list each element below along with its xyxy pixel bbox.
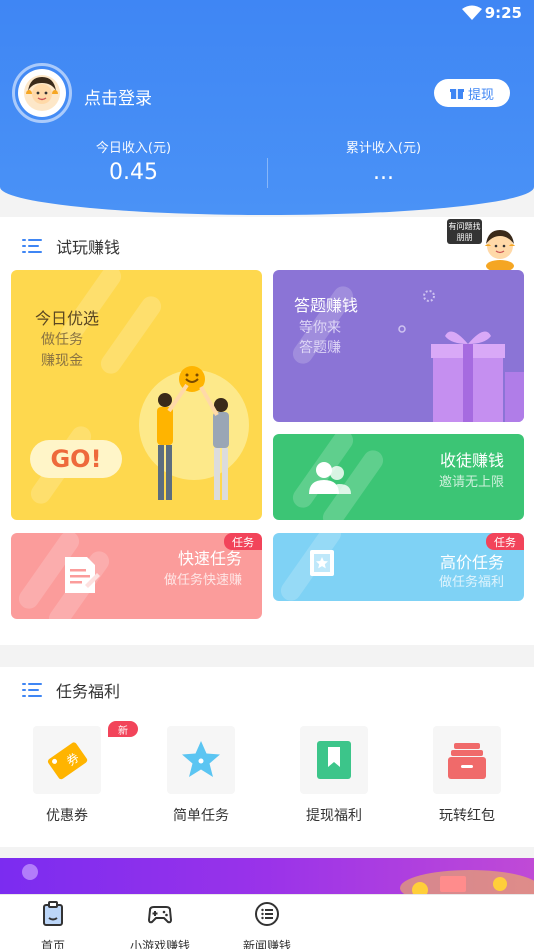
gift-box-illustration bbox=[431, 331, 524, 422]
coupon-icon: 券 bbox=[47, 742, 88, 780]
total-income-value: ... bbox=[373, 160, 394, 185]
welfare-label: 玩转红包 bbox=[439, 808, 495, 824]
home-icon bbox=[43, 901, 63, 926]
withdraw-label: 提现 bbox=[467, 87, 494, 103]
quick-task-card[interactable]: 快速任务 做任务快速赚 任务 bbox=[11, 533, 262, 619]
welfare-title-text: 任务福利 bbox=[56, 682, 121, 701]
welfare-label: 简单任务 bbox=[173, 808, 229, 824]
featured-line2: 赚现金 bbox=[41, 353, 83, 369]
welfare-item-coupon[interactable]: 券 优惠券 bbox=[32, 726, 102, 825]
today-income-label: 今日收入(元) bbox=[95, 141, 172, 156]
premium-task-subtitle: 做任务福利 bbox=[438, 575, 504, 590]
news-icon bbox=[255, 902, 279, 926]
quiz-line1: 等你来 bbox=[299, 320, 341, 336]
nav-label: 首页 bbox=[40, 939, 65, 949]
avatar[interactable] bbox=[12, 63, 72, 123]
status-time: 9:25 bbox=[484, 4, 522, 22]
nav-label: 小游戏赚钱 bbox=[129, 939, 190, 949]
go-button[interactable]: GO! bbox=[30, 440, 122, 478]
welfare-item-red-packet[interactable]: 玩转红包 bbox=[432, 726, 502, 825]
today-income-value: 0.45 bbox=[109, 160, 158, 185]
new-badge: 新 bbox=[108, 721, 138, 737]
help-bubble[interactable]: 有问题找朋朋 bbox=[447, 219, 482, 244]
welfare-label: 提现福利 bbox=[306, 808, 362, 824]
task-badge: 任务 bbox=[224, 533, 262, 550]
featured-title: 今日优选 bbox=[35, 309, 100, 328]
gift-icon bbox=[449, 89, 464, 99]
featured-card[interactable]: 今日优选 做任务 赚现金 GO! bbox=[11, 270, 262, 520]
book-icon bbox=[310, 550, 334, 576]
task-badge: 任务 bbox=[486, 533, 524, 550]
bottom-nav: 首页 小游戏赚钱 新闻赚钱 bbox=[0, 894, 534, 949]
welfare-section-title: 任务福利 bbox=[22, 678, 120, 702]
document-icon bbox=[65, 557, 100, 593]
bookmark-icon bbox=[317, 741, 351, 779]
sparkle-icon bbox=[423, 290, 435, 302]
people-illustration bbox=[139, 366, 249, 500]
nav-item-news[interactable]: 新闻赚钱 bbox=[222, 901, 312, 949]
users-icon bbox=[309, 462, 351, 494]
header: 9:25 点击登录 提现 今日收入(元) 0.45 累计收入(元) ... bbox=[0, 0, 534, 215]
wifi-icon bbox=[462, 5, 482, 20]
premium-task-card[interactable]: 高价任务 做任务福利 任务 bbox=[273, 533, 524, 601]
list-icon bbox=[22, 238, 42, 254]
list-icon bbox=[22, 682, 42, 698]
trial-title-text: 试玩赚钱 bbox=[56, 238, 121, 257]
trial-section-title: 试玩赚钱 bbox=[22, 234, 120, 258]
total-income: 累计收入(元) ... bbox=[250, 137, 517, 185]
welfare-item-simple-task[interactable]: 简单任务 bbox=[166, 726, 236, 825]
dot-icon bbox=[398, 325, 406, 333]
invite-title: 收徒赚钱 bbox=[439, 451, 504, 470]
customer-service-icon[interactable] bbox=[478, 220, 522, 272]
welfare-item-withdraw-benefit[interactable]: 提现福利 bbox=[299, 726, 369, 825]
quick-task-subtitle: 做任务快速赚 bbox=[163, 573, 242, 588]
featured-line1: 做任务 bbox=[41, 332, 83, 348]
nav-label: 新闻赚钱 bbox=[242, 939, 291, 949]
nav-item-mini-games[interactable]: 小游戏赚钱 bbox=[115, 901, 205, 949]
nav-item-home[interactable]: 首页 bbox=[8, 901, 98, 949]
login-link[interactable]: 点击登录 bbox=[84, 84, 152, 109]
withdraw-button[interactable]: 提现 bbox=[434, 79, 510, 107]
red-packet-icon bbox=[448, 743, 486, 779]
avatar-face-icon bbox=[18, 69, 66, 117]
quiz-title: 答题赚钱 bbox=[294, 296, 359, 315]
today-income: 今日收入(元) 0.45 bbox=[0, 137, 267, 185]
quiz-line2: 答题赚 bbox=[299, 340, 341, 356]
welfare-label: 优惠券 bbox=[46, 808, 88, 824]
total-income-label: 累计收入(元) bbox=[345, 141, 422, 156]
star-icon bbox=[182, 741, 220, 777]
invite-card[interactable]: 收徒赚钱 邀请无上限 bbox=[273, 434, 524, 520]
premium-task-title: 高价任务 bbox=[439, 553, 504, 572]
gamepad-icon bbox=[147, 906, 173, 924]
quiz-card[interactable]: 答题赚钱 等你来 答题赚 bbox=[273, 270, 524, 422]
invite-subtitle: 邀请无上限 bbox=[438, 475, 504, 490]
